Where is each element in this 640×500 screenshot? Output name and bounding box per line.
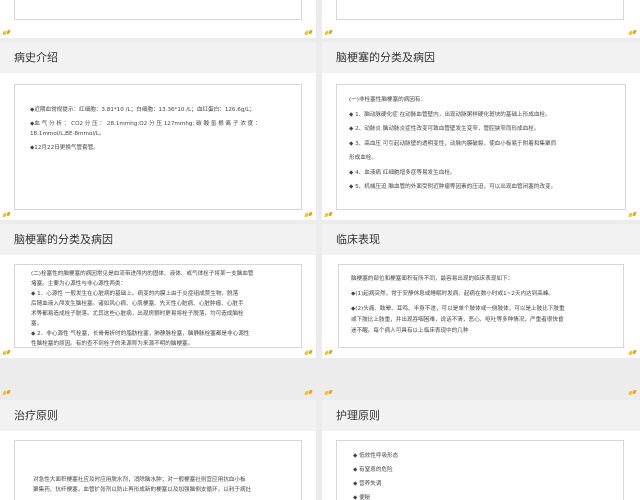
content-text: ◆近期血常规提示：红细胞：3.81*10 /L；白细胞：13.36*10 /L；… [30, 105, 292, 153]
slide-title: 脑梗塞的分类及病因 [14, 233, 113, 246]
corner-decoration-icon [629, 30, 637, 36]
slide-classification-2[interactable]: 脑梗塞的分类及病因 (二)栓塞性的脑梗塞的病因常见是血流带进颅内的固体、液体、或… [0, 224, 316, 358]
text-line: 塞。 [31, 321, 43, 327]
content-box: (一)非栓塞性脑梗塞的病因有： ◆ 1、脑动脉硬化症 在动脉血管壁内，出现动脉粥… [336, 84, 626, 210]
text-line: (一)非栓塞性脑梗塞的病因有： [349, 97, 427, 103]
text-line: 术等都易造成栓子脱落。尤其这些心脏病，出现房颤时更易将栓子脱落，均可造成脑栓 [31, 311, 244, 317]
content-text: 对急性大面积梗塞社应及时应用脱水剂，消除脑水肿；对一般梗塞社则宜应用抗血小板 聚… [33, 475, 295, 495]
content-box: (二)栓塞性的脑梗塞的病因常见是血流带进颅内的固体、液体、或气体栓子将某一支脑血… [14, 264, 302, 348]
slide-title: 脑梗塞的分类及病因 [336, 51, 435, 64]
corner-decoration-icon [325, 390, 333, 396]
text-line: ◆ 4、血液病 红细胞增多症等易发生血栓。 [349, 169, 456, 176]
content-box: ◆近期血常规提示：红细胞：3.81*10 /L；白细胞：13.36*10 /L；… [14, 84, 302, 210]
content-list: ◆ 低效性呼吸形态 ◆ 有窒息的危险 ◆ 营养失调 ◆ 便秘 [353, 449, 615, 500]
text-line: ◆ 2、动脉炎 脑动脉炎症性改变可致血管壁发生变窄，管腔狭窄而形成血栓。 [349, 126, 540, 132]
text-line: 脑梗塞的部位和梗塞面积有所不同，最容易出现的临床表现如下： [351, 276, 514, 282]
text-line: ◆ 1．心源性 一般发生在心脏病的基础上。病变的内膜上由于炎症组成赘生物，脱落 [31, 291, 239, 297]
content-box [336, 0, 624, 20]
content-box: 对急性大面积梗塞社应及时应用脱水剂，消除脑水肿；对一般梗塞社则宜应用抗血小板 聚… [14, 440, 302, 500]
corner-decoration-icon [325, 30, 333, 36]
corner-decoration-icon [305, 350, 313, 356]
corner-decoration-icon [3, 390, 11, 396]
corner-decoration-icon [325, 350, 333, 356]
slide-title: 病史介绍 [14, 51, 58, 64]
slide-treatment-principles[interactable]: 治疗原则 对急性大面积梗塞社应及时应用脱水剂，消除脑水肿；对一般梗塞社则宜应用抗… [0, 400, 316, 500]
slide-title: 临床表现 [336, 233, 380, 246]
corner-decoration-icon [305, 390, 313, 396]
list-item: ◆ 营养失调 [353, 481, 382, 487]
text-line: 聚集药、抗纤梗塞，血管扩张剂以防止再形成新的梗塞以及加强脑侧支循环，以利于病灶 [33, 487, 252, 493]
content-text: (一)非栓塞性脑梗塞的病因有： ◆ 1、脑动脉硬化症 在动脉血管壁内，出现动脉粥… [349, 93, 617, 195]
slide-header: 脑梗塞的分类及病因 [0, 224, 316, 255]
text-line: 形成血栓。 [349, 155, 377, 161]
slide-top-right-fragment [322, 0, 640, 38]
text-line: 对急性大面积梗塞社应及时应用脱水剂，消除脑水肿；对一般梗塞社则宜应用抗血小板 [33, 477, 246, 483]
text-line: ◆ 1、脑动脉硬化症 在动脉血管壁内，出现动脉粥样硬化斑块的基础上形成血栓。 [349, 111, 551, 118]
slide-header: 病史介绍 [0, 42, 316, 73]
text-line: ◆血 气 分 析 ： CO2 分 压 ： 28.1mmhg;O2 分 压 127… [30, 121, 261, 127]
slide-header: 治疗原则 [0, 400, 316, 431]
slide-header: 脑梗塞的分类及病因 [322, 42, 640, 73]
text-line: 性脑栓塞的原因。有的查不到栓子的来源称为来源不明的脑梗塞。 [31, 341, 194, 347]
corner-decoration-icon [629, 390, 637, 396]
content-box: ◆ 低效性呼吸形态 ◆ 有窒息的危险 ◆ 营养失调 ◆ 便秘 [336, 440, 624, 500]
content-box: 脑梗塞的部位和梗塞面积有所不同，最容易出现的临床表现如下： ◆(1)起病突然，常… [338, 264, 624, 348]
content-text: 脑梗塞的部位和梗塞面积有所不同，最容易出现的临床表现如下： ◆(1)起病突然，常… [351, 274, 617, 337]
slide-clinical-manifestations[interactable]: 临床表现 脑梗塞的部位和梗塞面积有所不同，最容易出现的临床表现如下： ◆(1)起… [322, 224, 640, 358]
slide-top-left-fragment [0, 0, 316, 38]
text-line: 迷不醒。每个病人可具有以上临床表现中的几种 [351, 328, 469, 334]
text-line: ◆ 5、机械压迫 脑血管的外面受附近肿瘤等因素的压迫，可以出现血管闭塞的改变。 [349, 184, 557, 190]
corner-decoration-icon [629, 212, 637, 218]
corner-decoration-icon [3, 30, 11, 36]
list-item: ◆ 有窒息的危险 [353, 467, 393, 473]
corner-decoration-icon [305, 212, 313, 218]
slide-title: 护理原则 [336, 409, 380, 422]
list-item: ◆ 便秘 [353, 495, 371, 500]
text-line: ◆(2)头痛、眩晕、耳鸣、半身不遂，可以是单个肢体或一侧肢体，可以是上肢比下肢重 [351, 306, 565, 312]
corner-decoration-icon [3, 350, 11, 356]
corner-decoration-icon [3, 212, 11, 218]
text-line: ◆ 3、高血压 可引起动脉壁的透明变性，动脉内膜破裂，使血小板易于附着和集聚而 [349, 140, 557, 147]
text-line: ◆12月22日更换气管套管。 [30, 145, 99, 151]
text-line: 堵塞。主要为心源性与非心源性两类： [31, 281, 127, 287]
text-line: ◆(1)起病突然，常于安静休息或睡眠时发病。起病在数小时或1~2天内达到高峰。 [351, 291, 555, 297]
corner-decoration-icon [305, 30, 313, 36]
text-line: ◆近期血常规提示：红细胞：3.81*10 /L；白细胞：13.36*10 /L；… [30, 107, 255, 113]
slide-medical-history[interactable]: 病史介绍 ◆近期血常规提示：红细胞：3.81*10 /L；白细胞：13.36*1… [0, 42, 316, 220]
slide-classification-1[interactable]: 脑梗塞的分类及病因 (一)非栓塞性脑梗塞的病因有： ◆ 1、脑动脉硬化症 在动脉… [322, 42, 640, 220]
slide-title: 治疗原则 [14, 409, 58, 422]
content-text: (二)栓塞性的脑梗塞的病因常见是血流带进颅内的固体、液体、或气体栓子将某一支脑血… [31, 269, 295, 349]
slide-nursing-principles[interactable]: 护理原则 ◆ 低效性呼吸形态 ◆ 有窒息的危险 ◆ 营养失调 ◆ 便秘 [322, 400, 640, 500]
corner-decoration-icon [325, 212, 333, 218]
list-item: ◆ 低效性呼吸形态 [353, 453, 399, 459]
corner-decoration-icon [629, 350, 637, 356]
text-line: 后随血液入颅发生脑栓塞。诸如风心病、心肌梗塞、先天性心脏病、心脏肿瘤、心脏手 [31, 301, 244, 307]
text-line: (二)栓塞性的脑梗塞的病因常见是血流带进颅内的固体、液体、或气体栓子将某一支脑血… [31, 271, 254, 277]
slide-header: 临床表现 [322, 224, 640, 255]
text-line: ◆ 2．非心源性 气栓塞，长骨骨折时的脂肪栓塞，肺静脉栓塞，脑静脉栓塞都是非心源… [31, 331, 250, 337]
text-line: 18.1mmol/L,BE-8mmol/L。 [30, 131, 105, 137]
slide-header: 护理原则 [322, 400, 640, 431]
text-line: 或下肢比上肢重，并出现吞咽困难，说话不清，恶心、呕吐等多种情况，严重者很快昏 [351, 317, 564, 323]
content-box [14, 0, 302, 20]
